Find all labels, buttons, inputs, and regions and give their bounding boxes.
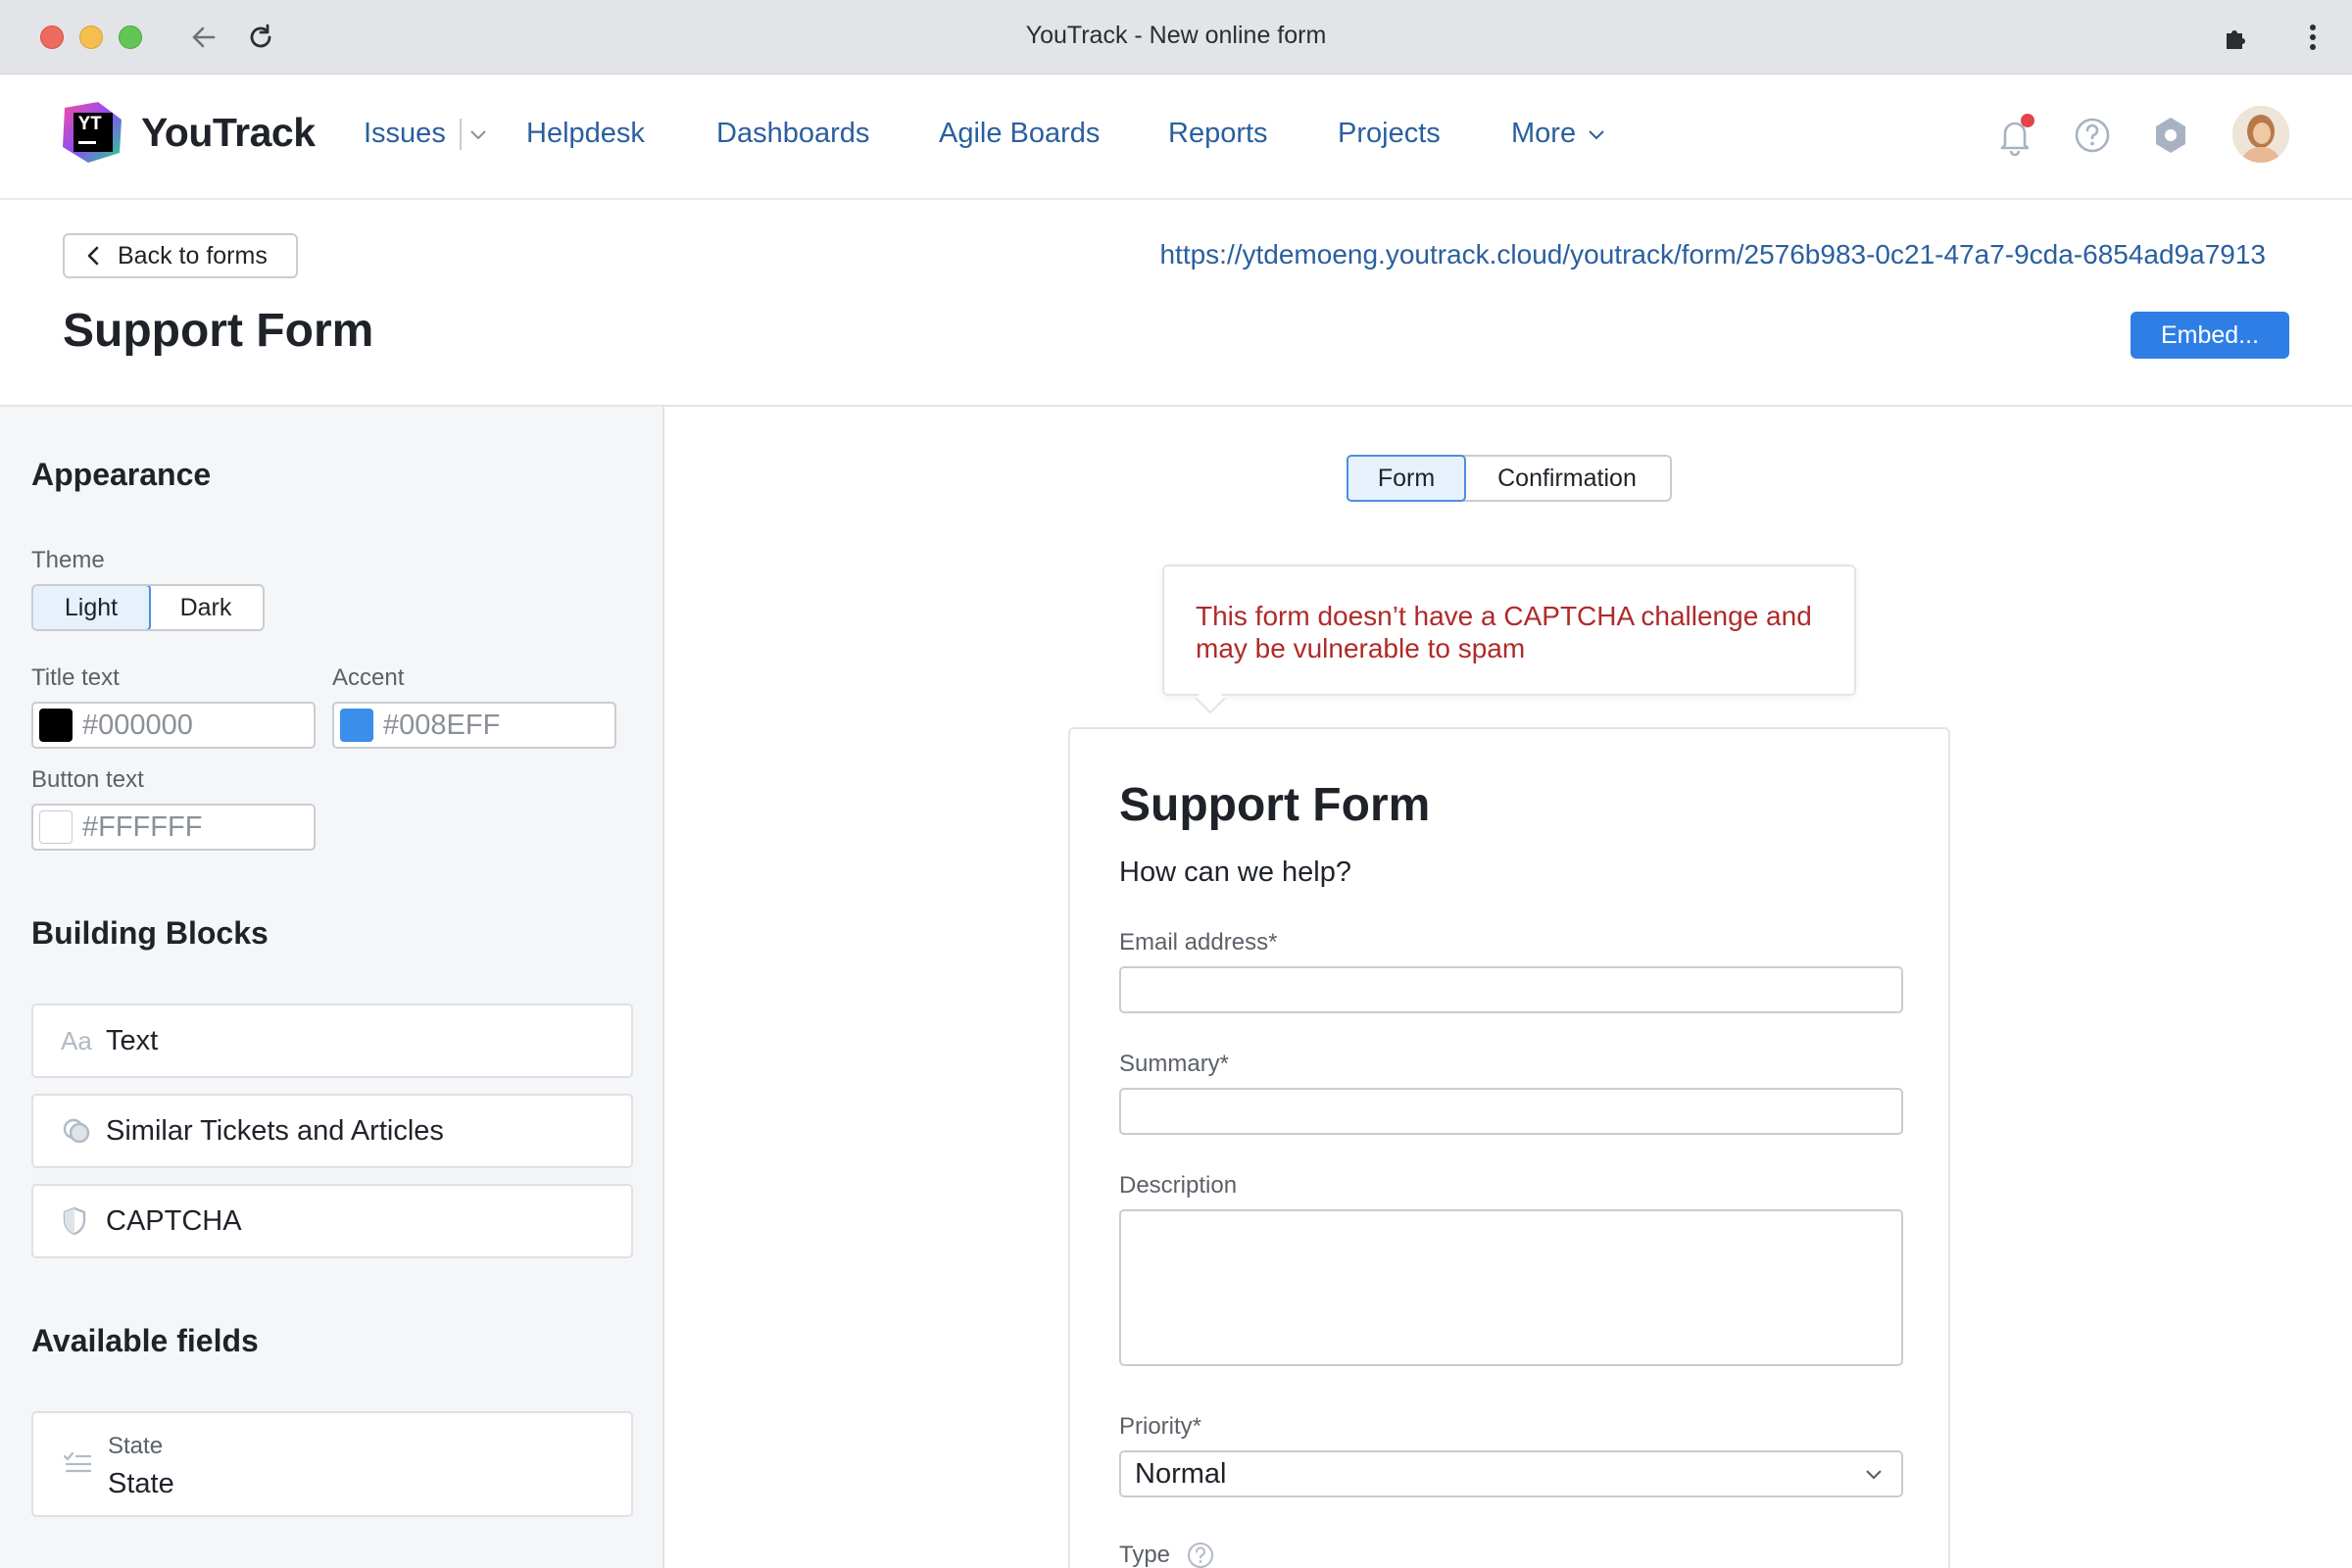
block-text[interactable]: Aa Text	[31, 1004, 633, 1078]
form-settings-sidebar	[0, 407, 664, 1568]
description-label: Description	[1119, 1172, 1238, 1199]
block-captcha-label: CAPTCHA	[106, 1204, 242, 1237]
page-title: Support Form	[63, 305, 374, 357]
button-text-color-swatch[interactable]	[39, 810, 73, 844]
button-text-color-value: #FFFFFF	[82, 810, 203, 843]
field-state-caption: State	[108, 1433, 164, 1459]
theme-light-option[interactable]: Light	[33, 586, 151, 629]
title-color-swatch[interactable]	[39, 709, 73, 742]
summary-label: Summary*	[1119, 1051, 1230, 1077]
bell-icon[interactable]	[1989, 110, 2040, 161]
title-text-color-value: #000000	[82, 709, 193, 741]
form-preview: Support Form How can we help? Email addr…	[1068, 727, 1950, 1568]
nav-issues-label: Issues	[364, 118, 446, 149]
title-text-label: Title text	[31, 664, 120, 691]
browser-toolbar: YouTrack - New online form	[0, 0, 2352, 74]
nav-more[interactable]: More	[1511, 118, 1605, 150]
form-url-link[interactable]: https://ytdemoeng.youtrack.cloud/youtrac…	[1159, 239, 2266, 270]
chevron-down-icon	[1589, 129, 1604, 139]
nav-reports-label: Reports	[1168, 118, 1268, 149]
theme-dark-option[interactable]: Dark	[149, 586, 263, 629]
block-text-label: Text	[106, 1024, 159, 1056]
nav-projects[interactable]: Projects	[1338, 118, 1441, 150]
youtrack-logo[interactable]: YT YouTrack	[61, 100, 316, 165]
form-preview-subtitle: How can we help?	[1119, 857, 1351, 888]
priority-selected-value: Normal	[1135, 1457, 1227, 1490]
email-field[interactable]	[1119, 966, 1903, 1013]
preview-tabs: Form Confirmation	[1347, 455, 1672, 502]
back-to-forms-label: Back to forms	[118, 241, 268, 270]
form-preview-title: Support Form	[1119, 779, 1431, 831]
nav-dashboards[interactable]: Dashboards	[716, 118, 869, 150]
accent-color-field[interactable]: #008EFF	[332, 702, 616, 749]
nav-projects-label: Projects	[1338, 118, 1441, 149]
nav-helpdesk-label: Helpdesk	[526, 118, 645, 149]
accent-color-value: #008EFF	[383, 709, 501, 741]
embed-button[interactable]: Embed...	[2131, 312, 2289, 359]
help-icon[interactable]	[2067, 110, 2118, 161]
notification-dot	[2021, 114, 2034, 127]
nav-agile-boards-label: Agile Boards	[939, 118, 1101, 149]
button-text-label: Button text	[31, 766, 144, 793]
block-similar-tickets-label: Similar Tickets and Articles	[106, 1114, 444, 1147]
extensions-icon[interactable]	[2215, 16, 2258, 59]
nav-issues[interactable]: Issues	[364, 118, 487, 150]
youtrack-logo-icon: YT	[61, 100, 125, 165]
nav-more-label: More	[1511, 118, 1577, 149]
captcha-warning-popup: This form doesn’t have a CAPTCHA challen…	[1162, 564, 1856, 696]
building-blocks-heading: Building Blocks	[31, 915, 269, 951]
logo-badge-text: YT	[78, 114, 103, 136]
nav-agile-boards[interactable]: Agile Boards	[939, 118, 1100, 150]
logo-underscore	[78, 141, 96, 144]
gear-icon[interactable]	[2145, 110, 2196, 161]
nav-separator	[459, 118, 462, 150]
theme-label: Theme	[31, 547, 105, 573]
button-text-color-field[interactable]: #FFFFFF	[31, 804, 316, 851]
state-list-icon	[63, 1450, 92, 1481]
brand-name: YouTrack	[141, 109, 316, 155]
block-similar-tickets[interactable]: Similar Tickets and Articles	[31, 1094, 633, 1168]
type-label-row: Type	[1119, 1541, 1215, 1568]
title-text-color-field[interactable]: #000000	[31, 702, 316, 749]
back-to-forms-button[interactable]: Back to forms	[63, 233, 298, 278]
nav-helpdesk[interactable]: Helpdesk	[526, 118, 645, 150]
accent-color-swatch[interactable]	[340, 709, 373, 742]
tab-form[interactable]: Form	[1347, 455, 1466, 502]
field-state[interactable]: State State	[31, 1411, 633, 1517]
kebab-menu-icon[interactable]	[2291, 16, 2334, 59]
priority-select[interactable]: Normal	[1119, 1450, 1903, 1497]
similar-icon	[61, 1115, 94, 1147]
nav-dashboards-label: Dashboards	[716, 118, 870, 149]
email-label: Email address*	[1119, 929, 1278, 956]
chevron-left-icon	[87, 246, 99, 266]
appearance-heading: Appearance	[31, 457, 212, 492]
avatar[interactable]	[2232, 106, 2289, 163]
type-label: Type	[1119, 1542, 1171, 1568]
text-aa-icon: Aa	[61, 1025, 92, 1055]
nav-reports[interactable]: Reports	[1168, 118, 1268, 150]
chevron-down-icon[interactable]	[469, 128, 487, 140]
description-field[interactable]	[1119, 1209, 1903, 1366]
window-title: YouTrack - New online form	[1025, 22, 1327, 49]
chevron-down-icon	[1866, 1470, 1882, 1480]
summary-field[interactable]	[1119, 1088, 1903, 1135]
theme-switcher: Light Dark	[31, 584, 265, 631]
captcha-warning-text: This form doesn’t have a CAPTCHA challen…	[1196, 601, 1812, 663]
available-fields-heading: Available fields	[31, 1323, 259, 1358]
shield-icon	[61, 1205, 94, 1237]
app-header: YT YouTrack Issues Helpdesk Dashboards A…	[0, 74, 2352, 200]
accent-label: Accent	[332, 664, 405, 691]
priority-label: Priority*	[1119, 1413, 1202, 1440]
help-icon[interactable]	[1186, 1541, 1215, 1568]
block-captcha[interactable]: CAPTCHA	[31, 1184, 633, 1258]
field-state-name: State	[108, 1468, 174, 1499]
tab-confirmation[interactable]: Confirmation	[1464, 457, 1670, 500]
